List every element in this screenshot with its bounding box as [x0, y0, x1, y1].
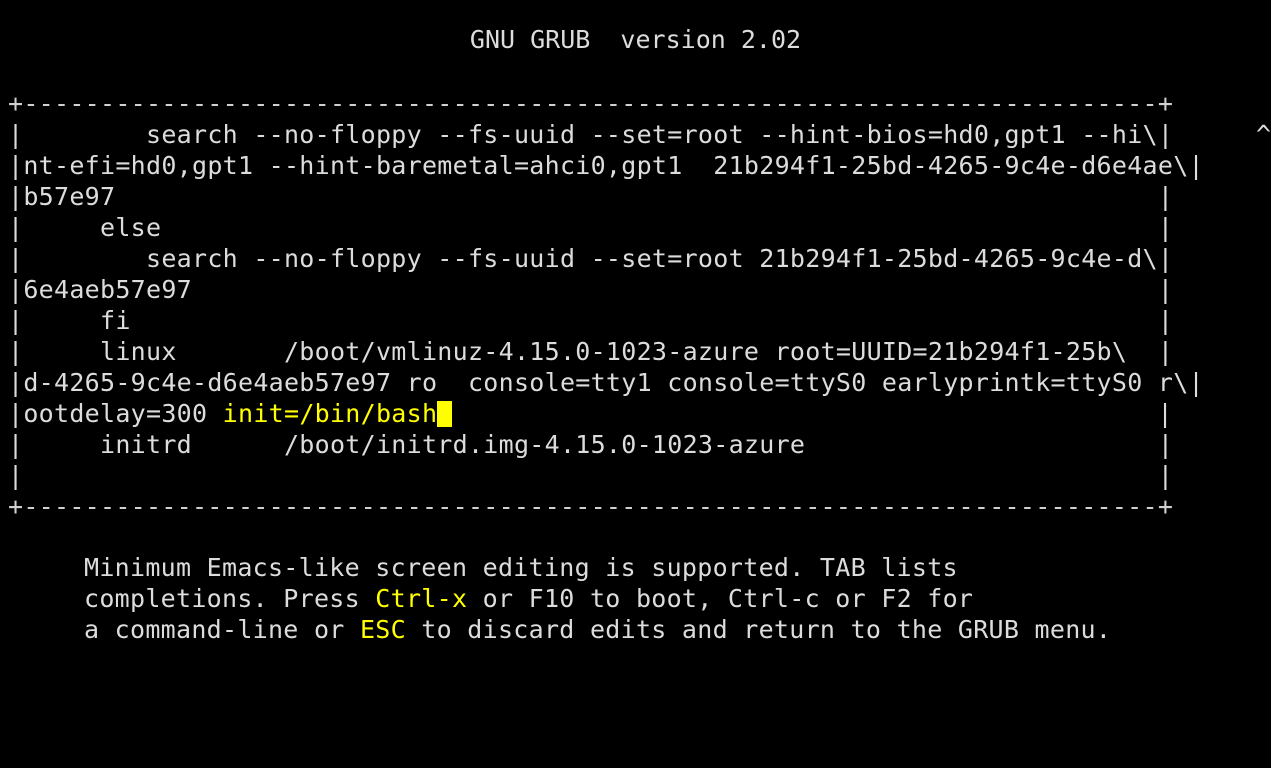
help-line-2-seg-2: or F10 to boot, Ctrl-c or F2 for — [467, 584, 974, 613]
line-search-bios[interactable]: | search --no-floppy --fs-uuid --set=roo… — [8, 243, 1264, 274]
grub-screen: GNU GRUB version 2.02 +-----------------… — [0, 0, 1271, 768]
box-right-edge: | — [1157, 213, 1174, 242]
line-linux-cont1[interactable]: |d-4265-9c4e-d6e4aeb57e97 ro console=tty… — [8, 367, 1264, 398]
row-padding — [23, 461, 1158, 490]
help-line-2-seg-0: completions. Press — [84, 584, 376, 613]
box-left-edge: | — [8, 151, 24, 180]
line-fi-seg-0: fi — [23, 306, 131, 335]
box-right-edge: | — [1157, 430, 1174, 459]
line-linux-cont2-cursor-seg-1: init=/bin/bash — [222, 399, 438, 428]
line-search-efi[interactable]: | search --no-floppy --fs-uuid --set=roo… — [8, 119, 1264, 150]
box-left-edge: | — [8, 182, 24, 211]
row-padding — [131, 306, 1158, 335]
row-padding — [1127, 337, 1158, 366]
box-right-edge: | — [1157, 120, 1174, 149]
box-left-edge: | — [8, 275, 24, 304]
box-left-edge: | — [8, 213, 24, 242]
box-left-edge: | — [8, 120, 24, 149]
help-line-3-seg-2: to discard edits and return to the GRUB … — [405, 615, 1112, 644]
page-title: GNU GRUB version 2.02 — [469, 25, 802, 54]
box-left-edge: | — [8, 461, 24, 490]
line-search-efi-seg-0: search --no-floppy --fs-uuid --set=root … — [23, 120, 1158, 149]
text-cursor — [437, 401, 453, 427]
box-right-edge: | — [1157, 337, 1174, 366]
line-linux-cont2-cursor[interactable]: |ootdelay=300 init=/bin/bash | — [8, 398, 1264, 429]
line-linux-cont2-cursor-seg-0: ootdelay=300 — [23, 399, 223, 428]
line-search-bios-cont1-seg-0: 6e4aeb57e97 — [23, 275, 192, 304]
help-line-1-seg-0: Minimum Emacs-like screen editing is sup… — [84, 553, 958, 582]
box-left-edge: | — [8, 244, 24, 273]
help-line-3: a command-line or ESC to discard edits a… — [84, 614, 1111, 645]
box-right-edge: | — [1157, 461, 1174, 490]
box-top-border: +---------------------------------------… — [8, 89, 1174, 118]
box-left-edge: | — [8, 399, 24, 428]
box-left-edge: | — [8, 430, 24, 459]
line-search-efi-cont1-seg-0: nt-efi=hd0,gpt1 --hint-baremetal=ahci0,g… — [23, 151, 1189, 180]
line-else[interactable]: | else | — [8, 212, 1264, 243]
line-search-efi-cont1[interactable]: |nt-efi=hd0,gpt1 --hint-baremetal=ahci0,… — [8, 150, 1264, 181]
line-search-bios-cont1[interactable]: |6e4aeb57e97 | — [8, 274, 1264, 305]
help-line-3-seg-0: a command-line or — [84, 615, 360, 644]
line-search-bios-seg-0: search --no-floppy --fs-uuid --set=root … — [23, 244, 1158, 273]
scroll-up-indicator-icon[interactable]: ^ — [1256, 119, 1271, 150]
box-right-edge: | — [1188, 368, 1204, 397]
grub-edit-lines: | search --no-floppy --fs-uuid --set=roo… — [8, 119, 1264, 491]
box-right-edge: | — [1188, 151, 1204, 180]
line-search-efi-cont2[interactable]: |b57e97 | — [8, 181, 1264, 212]
box-right-edge: | — [1157, 182, 1174, 211]
row-padding — [452, 399, 1157, 428]
line-else-seg-0: else — [23, 213, 162, 242]
row-padding — [161, 213, 1158, 242]
box-left-edge: | — [8, 337, 24, 366]
line-initrd-seg-0: initrd /boot/initrd.img-4.15.0-1023-azur… — [23, 430, 806, 459]
row-padding — [192, 275, 1158, 304]
row-padding — [115, 182, 1158, 211]
line-search-efi-cont2-seg-0: b57e97 — [23, 182, 116, 211]
box-bottom-border: +---------------------------------------… — [8, 492, 1174, 521]
line-linux[interactable]: | linux /boot/vmlinuz-4.15.0-1023-azure … — [8, 336, 1264, 367]
help-line-2-seg-1[interactable]: Ctrl-x — [375, 584, 467, 613]
help-line-3-seg-1[interactable]: ESC — [360, 615, 406, 644]
line-linux-seg-0: linux /boot/vmlinuz-4.15.0-1023-azure ro… — [23, 337, 1128, 366]
line-blank[interactable]: | | — [8, 460, 1264, 491]
help-line-1: Minimum Emacs-like screen editing is sup… — [84, 552, 1111, 583]
box-right-edge: | — [1157, 275, 1174, 304]
line-fi[interactable]: | fi | — [8, 305, 1264, 336]
row-padding — [805, 430, 1158, 459]
help-line-2: completions. Press Ctrl-x or F10 to boot… — [84, 583, 1111, 614]
box-left-edge: | — [8, 306, 24, 335]
box-right-edge: | — [1157, 399, 1173, 428]
line-initrd[interactable]: | initrd /boot/initrd.img-4.15.0-1023-az… — [8, 429, 1264, 460]
box-left-edge: | — [8, 368, 24, 397]
box-right-edge: | — [1157, 306, 1174, 335]
line-linux-cont1-seg-0: d-4265-9c4e-d6e4aeb57e97 ro console=tty1… — [23, 368, 1189, 397]
help-text: Minimum Emacs-like screen editing is sup… — [84, 552, 1111, 645]
grub-edit-box: +---------------------------------------… — [8, 88, 1264, 522]
box-right-edge: | — [1157, 244, 1174, 273]
